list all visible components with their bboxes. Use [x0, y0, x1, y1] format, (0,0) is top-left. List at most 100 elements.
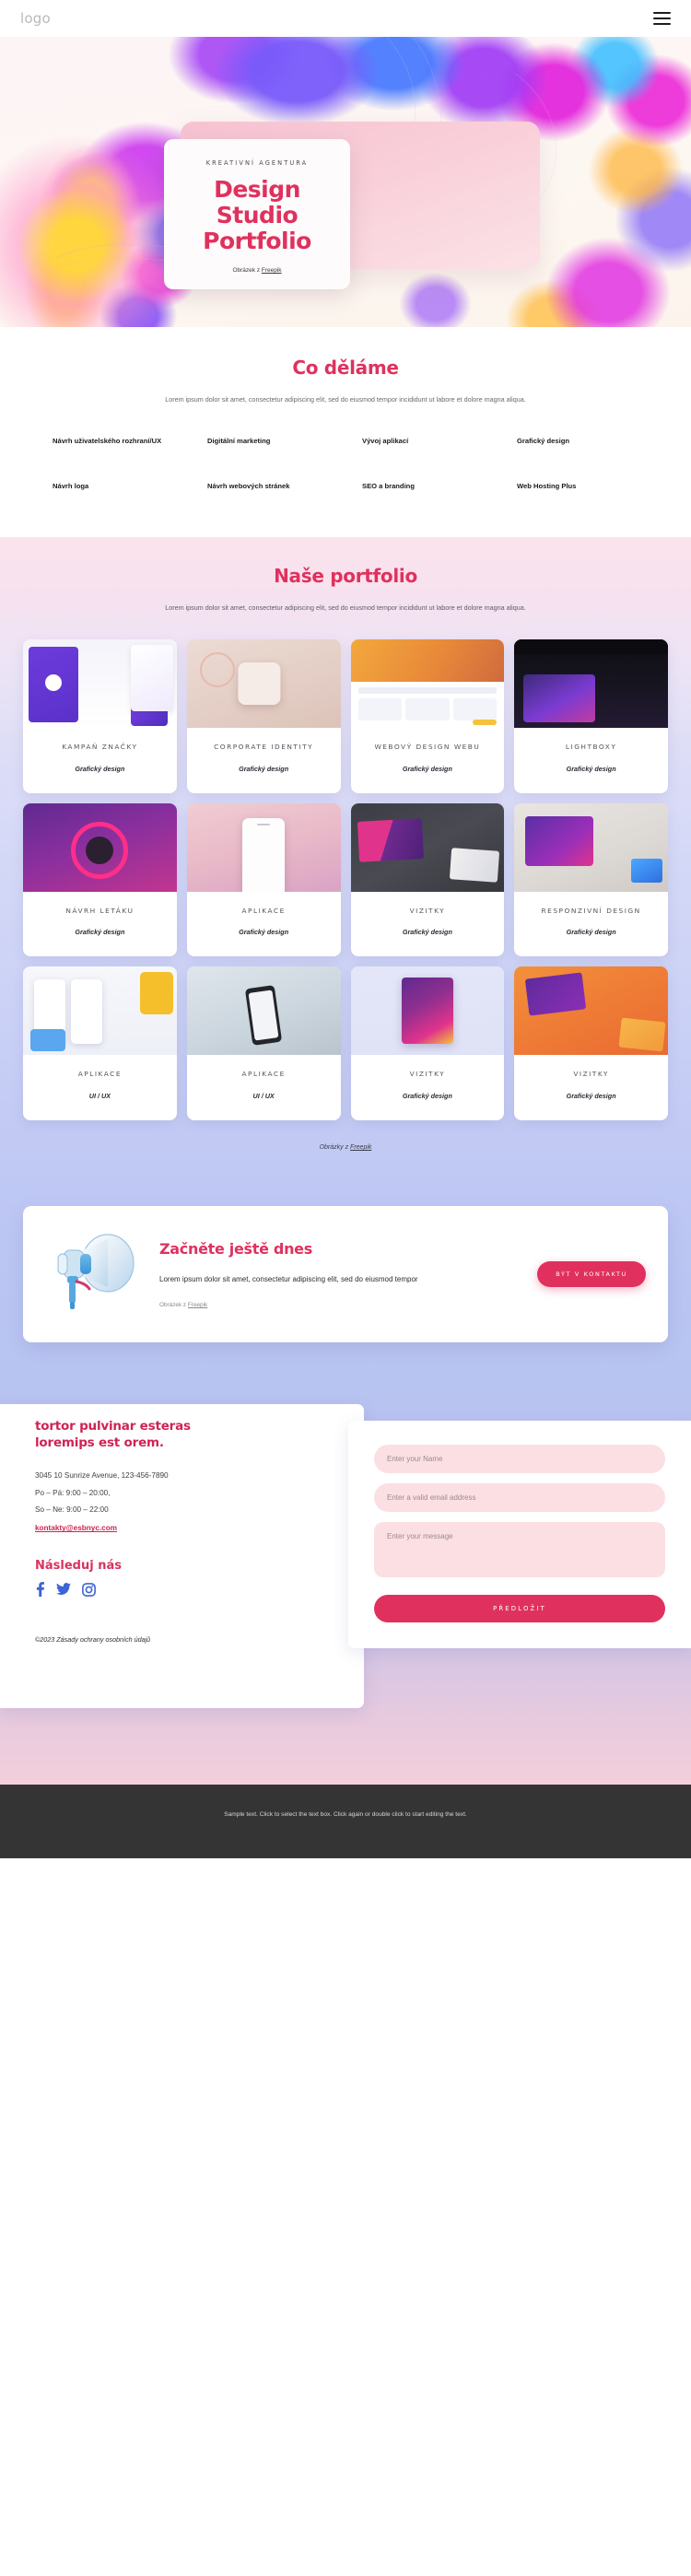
hero-eyebrow: KREATIVNÍ AGENTURA: [205, 159, 309, 167]
bottom-bar: Sample text. Click to select the text bo…: [0, 1785, 691, 1858]
contact-hours-weekday: Po – Pá: 9:00 – 20:00,: [35, 1488, 111, 1497]
contact-form-panel: PŘEDLOŽIT: [348, 1421, 691, 1649]
service-item[interactable]: Návrh webových stránek: [196, 480, 340, 492]
hero-title-line-1: Design: [214, 176, 300, 203]
portfolio-thumbnail: [23, 966, 177, 1056]
page-title: Design Studio Portfolio: [177, 177, 337, 254]
contact-email-link[interactable]: kontakty@esbnyc.com: [35, 1524, 117, 1532]
portfolio-card[interactable]: LIGHTBOXY Grafický design: [514, 638, 668, 793]
portfolio-card-tag: Grafický design: [75, 764, 125, 773]
portfolio-thumbnail: [186, 966, 341, 1056]
portfolio-title: Naše portfolio: [274, 564, 417, 587]
name-input[interactable]: [374, 1445, 665, 1474]
portfolio-thumbnail: [23, 638, 177, 728]
cta-credit-link[interactable]: Freepik: [188, 1302, 207, 1308]
portfolio-card[interactable]: NÁVRH LETÁKU Grafický design: [23, 802, 177, 957]
portfolio-thumbnail: [514, 966, 668, 1056]
service-item[interactable]: Návrh loga: [41, 480, 185, 492]
portfolio-card[interactable]: RESPONZIVNÍ DESIGN Grafický design: [514, 802, 668, 957]
service-item[interactable]: Vývoj aplikací: [351, 435, 495, 447]
portfolio-card-title: VIZITKY: [409, 1070, 446, 1079]
services-grid: Návrh uživatelského rozhraní/UX Digitáln…: [41, 435, 650, 493]
service-item[interactable]: Digitální marketing: [196, 435, 340, 447]
submit-button[interactable]: PŘEDLOŽIT: [374, 1595, 665, 1623]
cta-image-credit: Obrázek z Freepik: [159, 1302, 517, 1308]
portfolio-card[interactable]: WEBOVÝ DESIGN WEBU Grafický design: [350, 638, 505, 793]
contact-heading-line-2: loremips est orem.: [35, 1434, 164, 1450]
portfolio-card-tag: Grafický design: [402, 928, 452, 937]
portfolio-card-title: VIZITKY: [409, 906, 446, 915]
contact-heading: tortor pulvinar esteras loremips est ore…: [35, 1419, 336, 1451]
portfolio-card-title: APLIKACE: [77, 1070, 123, 1079]
cta-card: Začněte ještě dnes Lorem ipsum dolor sit…: [23, 1206, 668, 1343]
site-header: logo: [0, 0, 691, 37]
portfolio-card-title: WEBOVÝ DESIGN WEBU: [374, 742, 481, 751]
portfolio-thumbnail: [514, 802, 668, 892]
service-item[interactable]: Grafický design: [506, 435, 650, 447]
portfolio-credit-link[interactable]: Freepik: [350, 1144, 371, 1151]
portfolio-thumbnail: [23, 802, 177, 892]
portfolio-credit-prefix: Obrázky z: [319, 1144, 351, 1152]
portfolio-card-tag: Grafický design: [566, 928, 616, 937]
portfolio-thumbnail: [350, 802, 505, 892]
bottom-sample-text: Sample text. Click to select the text bo…: [224, 1811, 467, 1819]
portfolio-card-title: NÁVRH LETÁKU: [65, 906, 135, 915]
contact-address: 3045 10 Sunrize Avenue, 123-456-7890: [35, 1471, 169, 1481]
portfolio-images-credit: Obrázky z Freepik: [0, 1144, 691, 1151]
contact-details: 3045 10 Sunrize Avenue, 123-456-7890 Po …: [35, 1468, 336, 1535]
megaphone-icon: [40, 1230, 148, 1318]
social-links: [35, 1582, 336, 1598]
portfolio-card-tag: Grafický design: [239, 928, 289, 937]
portfolio-thumbnail: [186, 638, 341, 728]
email-input[interactable]: [374, 1483, 665, 1513]
service-item[interactable]: Web Hosting Plus: [506, 480, 650, 492]
portfolio-card[interactable]: CORPORATE IDENTITY Grafický design: [186, 638, 341, 793]
portfolio-card-tag: Grafický design: [75, 928, 125, 937]
hero-section: KREATIVNÍ AGENTURA Design Studio Portfol…: [0, 37, 691, 327]
portfolio-card[interactable]: VIZITKY Grafický design: [514, 966, 668, 1121]
hero-title-line-2: Studio: [216, 202, 299, 228]
service-item[interactable]: Návrh uživatelského rozhraní/UX: [41, 435, 185, 447]
hero-credit-link[interactable]: Freepik: [262, 267, 282, 274]
portfolio-card-tag: Grafický design: [239, 764, 289, 773]
portfolio-card[interactable]: VIZITKY Grafický design: [350, 966, 505, 1121]
logo[interactable]: logo: [20, 10, 51, 27]
portfolio-thumbnail: [514, 638, 668, 728]
portfolio-section: Naše portfolio Lorem ipsum dolor sit ame…: [0, 536, 691, 1185]
portfolio-card[interactable]: APLIKACE UI / UX: [23, 966, 177, 1121]
portfolio-thumbnail: [186, 802, 341, 892]
cta-title: Začněte ještě dnes: [159, 1239, 312, 1258]
portfolio-card-tag: UI / UX: [252, 1092, 275, 1101]
message-input[interactable]: [374, 1522, 665, 1578]
hamburger-menu-icon[interactable]: [653, 11, 671, 26]
portfolio-card[interactable]: KAMPAŇ ZNAČKY Grafický design: [23, 638, 177, 793]
portfolio-card-tag: Grafický design: [402, 1092, 452, 1101]
services-title: Co děláme: [292, 357, 399, 379]
instagram-icon[interactable]: [82, 1583, 96, 1597]
portfolio-card-tag: Grafický design: [402, 764, 452, 773]
portfolio-card[interactable]: VIZITKY Grafický design: [350, 802, 505, 957]
cta-section: Začněte ještě dnes Lorem ipsum dolor sit…: [0, 1184, 691, 1380]
portfolio-grid: KAMPAŇ ZNAČKY Grafický design CORPORATE …: [23, 638, 668, 1121]
portfolio-card[interactable]: APLIKACE Grafický design: [186, 802, 341, 957]
portfolio-card-title: VIZITKY: [573, 1070, 609, 1079]
cta-body: Lorem ipsum dolor sit amet, consectetur …: [159, 1274, 418, 1283]
portfolio-card-title: LIGHTBOXY: [565, 742, 617, 751]
portfolio-card-title: CORPORATE IDENTITY: [214, 742, 314, 751]
portfolio-card-title: KAMPAŇ ZNAČKY: [62, 742, 138, 751]
portfolio-card-title: APLIKACE: [241, 906, 286, 915]
service-item[interactable]: SEO a branding: [351, 480, 495, 492]
contact-hours-weekend: So – Ne: 9:00 – 22:00: [35, 1505, 109, 1515]
twitter-icon[interactable]: [56, 1583, 71, 1596]
copyright-text: ©2023 Zásady ochrany osobních údajů: [35, 1635, 151, 1645]
portfolio-card[interactable]: APLIKACE UI / UX: [186, 966, 341, 1121]
portfolio-card-tag: UI / UX: [88, 1092, 111, 1101]
portfolio-thumbnail: [350, 638, 505, 728]
portfolio-subtitle: Lorem ipsum dolor sit amet, consectetur …: [165, 603, 526, 612]
services-subtitle: Lorem ipsum dolor sit amet, consectetur …: [165, 395, 526, 404]
portfolio-card-title: APLIKACE: [241, 1070, 286, 1079]
facebook-icon[interactable]: [35, 1582, 45, 1598]
services-section: Co děláme Lorem ipsum dolor sit amet, co…: [0, 327, 691, 537]
contact-button[interactable]: BÝT V KONTAKTU: [537, 1261, 646, 1288]
portfolio-card-tag: Grafický design: [566, 764, 616, 773]
